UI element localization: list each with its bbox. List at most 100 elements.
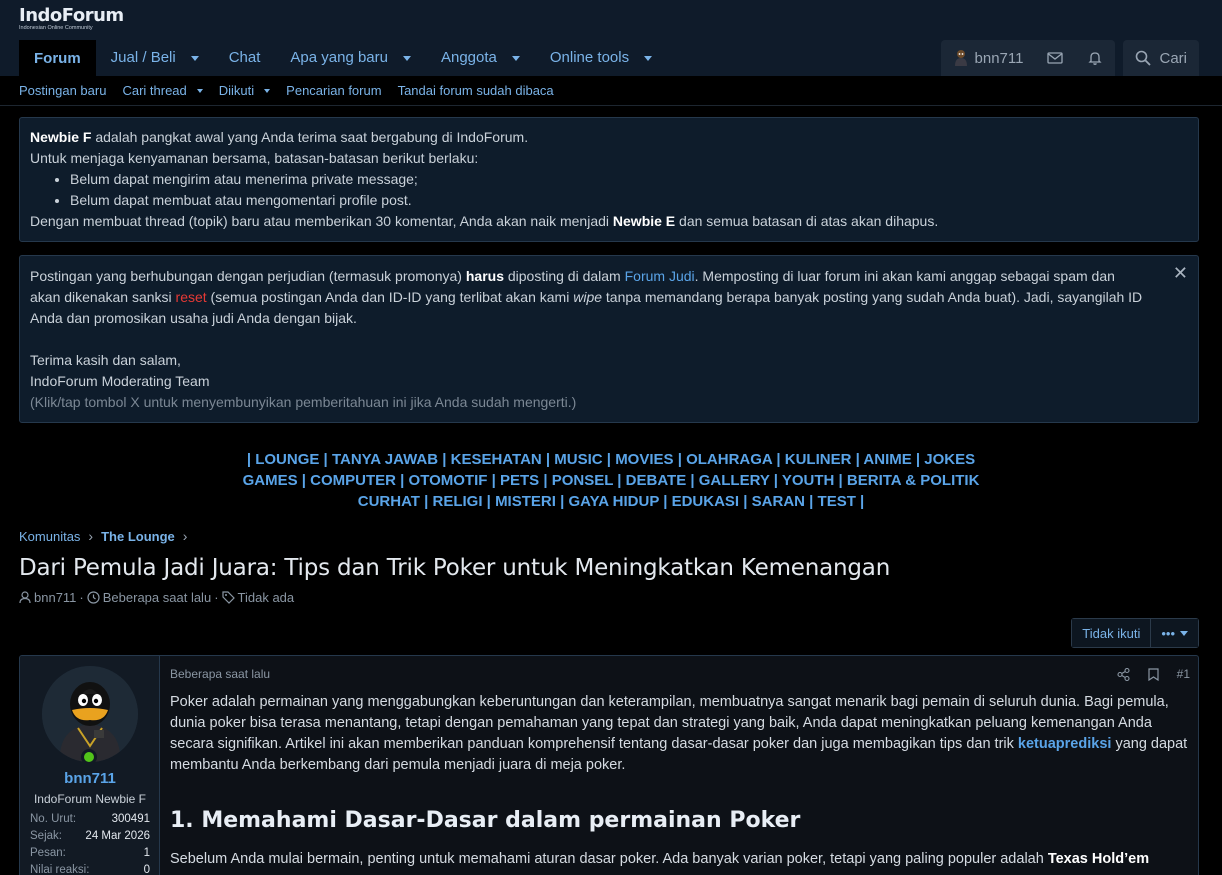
- category-separator: |: [541, 451, 555, 468]
- post-header: Beberapa saat lalu #1: [170, 656, 1190, 692]
- rank-notice-line2: Untuk menjaga kenyamanan bersama, batasa…: [30, 150, 479, 166]
- subnav-postingan-baru[interactable]: Postingan baru: [19, 83, 106, 98]
- category-row: CURHAT | RELIGI | MISTERI | GAYA HIDUP |…: [0, 491, 1222, 512]
- sub-nav: Postingan baru Cari thread Diikuti Pencaria…: [0, 76, 1222, 106]
- category-link[interactable]: TEST: [818, 493, 856, 510]
- nav-tab-anggota[interactable]: Anggota: [426, 40, 535, 76]
- nav-tab-label: Online tools: [549, 49, 630, 66]
- post-bold: Texas Hold’em: [1047, 851, 1150, 867]
- user-stat-label: No. Urut:: [30, 813, 77, 825]
- category-link[interactable]: OLAHRAGA: [686, 451, 772, 468]
- nav-tab-apa-yang-baru[interactable]: Apa yang baru: [275, 40, 426, 76]
- category-link[interactable]: COMPUTER: [310, 472, 396, 489]
- category-link[interactable]: CURHAT: [358, 493, 420, 510]
- category-link[interactable]: EDUKASI: [672, 493, 740, 510]
- post-body: Poker adalah permainan yang menggabungka…: [170, 692, 1190, 870]
- post-time[interactable]: Beberapa saat lalu: [170, 667, 270, 681]
- site-logo[interactable]: IndoForum Indonesian Online Community: [19, 5, 124, 31]
- category-link[interactable]: KESEHATAN: [451, 451, 542, 468]
- rank-notice: Newbie F adalah pangkat awal yang Anda t…: [19, 117, 1199, 242]
- search-button[interactable]: Cari: [1123, 40, 1199, 76]
- chevron-right-icon: ›: [88, 528, 94, 544]
- reset-text: reset: [175, 289, 207, 305]
- close-notice-icon[interactable]: ✕: [1173, 264, 1188, 282]
- subnav-label: Pencarian forum: [286, 83, 382, 98]
- user-stat-label: Sejak:: [30, 830, 62, 842]
- category-separator: |: [686, 472, 699, 489]
- category-link[interactable]: PETS: [500, 472, 539, 489]
- category-link[interactable]: OTOMOTIF: [409, 472, 488, 489]
- post-paragraph: Poker adalah permainan yang menggabungka…: [170, 692, 1190, 776]
- bookmark-icon[interactable]: [1148, 667, 1159, 681]
- chevron-down-icon[interactable]: [190, 55, 199, 61]
- subnav-label: Tandai forum sudah dibaca: [397, 83, 554, 98]
- category-link[interactable]: JOKES: [924, 451, 975, 468]
- category-link[interactable]: MISTERI: [495, 493, 556, 510]
- breadcrumb-komunitas[interactable]: Komunitas: [19, 529, 80, 544]
- user-stat-row: Pesan: 1: [30, 845, 150, 862]
- subnav-diikuti[interactable]: Diikuti: [219, 83, 271, 98]
- category-link[interactable]: LOUNGE: [255, 451, 319, 468]
- post-paragraph: Sebelum Anda mulai bermain, penting untu…: [170, 849, 1190, 870]
- meta-separator: ·: [214, 590, 219, 605]
- account-button[interactable]: bnn711: [941, 40, 1036, 76]
- category-separator: |: [246, 451, 256, 468]
- subnav-cari-thread[interactable]: Cari thread: [122, 83, 203, 98]
- avatar[interactable]: [42, 666, 138, 762]
- post-username[interactable]: bnn711: [20, 770, 160, 787]
- ketuaprediksi-link[interactable]: ketuaprediksi: [1018, 736, 1112, 752]
- user-stat-value: 300491: [111, 813, 150, 825]
- category-separator: |: [487, 472, 500, 489]
- share-icon[interactable]: [1117, 667, 1130, 681]
- alerts-button[interactable]: [1075, 40, 1115, 76]
- duck-avatar-image: [42, 666, 138, 762]
- category-link[interactable]: PONSEL: [552, 472, 613, 489]
- notice-team: IndoForum Moderating Team: [30, 373, 210, 389]
- more-options-button[interactable]: •••: [1150, 619, 1198, 647]
- category-separator: |: [659, 493, 672, 510]
- category-link[interactable]: KULINER: [785, 451, 852, 468]
- inbox-button[interactable]: [1035, 40, 1075, 76]
- category-link[interactable]: GAYA HIDUP: [568, 493, 659, 510]
- chevron-down-icon[interactable]: [196, 88, 203, 93]
- category-link[interactable]: BERITA & POLITIK: [847, 472, 980, 489]
- breadcrumb-the-lounge[interactable]: The Lounge: [101, 529, 175, 544]
- thread-time[interactable]: Beberapa saat lalu: [103, 590, 211, 605]
- category-link[interactable]: MOVIES: [615, 451, 673, 468]
- category-link[interactable]: GALLERY: [699, 472, 770, 489]
- post-number[interactable]: #1: [1177, 667, 1190, 681]
- unfollow-button[interactable]: Tidak ikuti: [1072, 619, 1151, 647]
- forum-judi-link[interactable]: Forum Judi: [625, 268, 695, 284]
- subnav-tandai-forum-sudah-dibaca[interactable]: Tandai forum sudah dibaca: [398, 83, 554, 98]
- chevron-down-icon[interactable]: [264, 88, 271, 93]
- category-link[interactable]: MUSIC: [554, 451, 602, 468]
- online-status-icon: [81, 749, 97, 765]
- chevron-down-icon[interactable]: [644, 55, 653, 61]
- search-label: Cari: [1159, 49, 1187, 67]
- category-link[interactable]: TANYA JAWAB: [332, 451, 438, 468]
- category-separator: |: [395, 472, 409, 489]
- nav-tab-forum[interactable]: Forum: [19, 40, 96, 76]
- category-link[interactable]: RELIGI: [433, 493, 483, 510]
- category-links: | LOUNGE | TANYA JAWAB | KESEHATAN | MUS…: [0, 449, 1222, 512]
- category-separator: |: [911, 451, 925, 468]
- category-separator: |: [739, 493, 752, 510]
- nav-tab-jual-beli[interactable]: Jual / Beli: [96, 40, 214, 76]
- thread-meta: bnn711 · Beberapa saat lalu · Tidak ada: [19, 590, 294, 605]
- category-separator: |: [613, 472, 626, 489]
- nav-tab-label: Jual / Beli: [110, 49, 176, 66]
- chevron-down-icon[interactable]: [402, 55, 411, 61]
- chevron-down-icon[interactable]: [511, 55, 520, 61]
- thread-author[interactable]: bnn711: [34, 590, 76, 605]
- subnav-label: Postingan baru: [19, 83, 107, 98]
- notice-text: Postingan yang berhubungan dengan perjud…: [30, 268, 466, 284]
- category-link[interactable]: ANIME: [863, 451, 911, 468]
- nav-tab-chat[interactable]: Chat: [214, 40, 276, 76]
- category-link[interactable]: YOUTH: [782, 472, 835, 489]
- category-link[interactable]: GAMES: [243, 472, 298, 489]
- subnav-pencarian-forum[interactable]: Pencarian forum: [286, 83, 381, 98]
- category-link[interactable]: DEBATE: [626, 472, 687, 489]
- category-separator: |: [602, 451, 616, 468]
- category-link[interactable]: SARAN: [752, 493, 805, 510]
- nav-tab-online-tools[interactable]: Online tools: [535, 40, 667, 76]
